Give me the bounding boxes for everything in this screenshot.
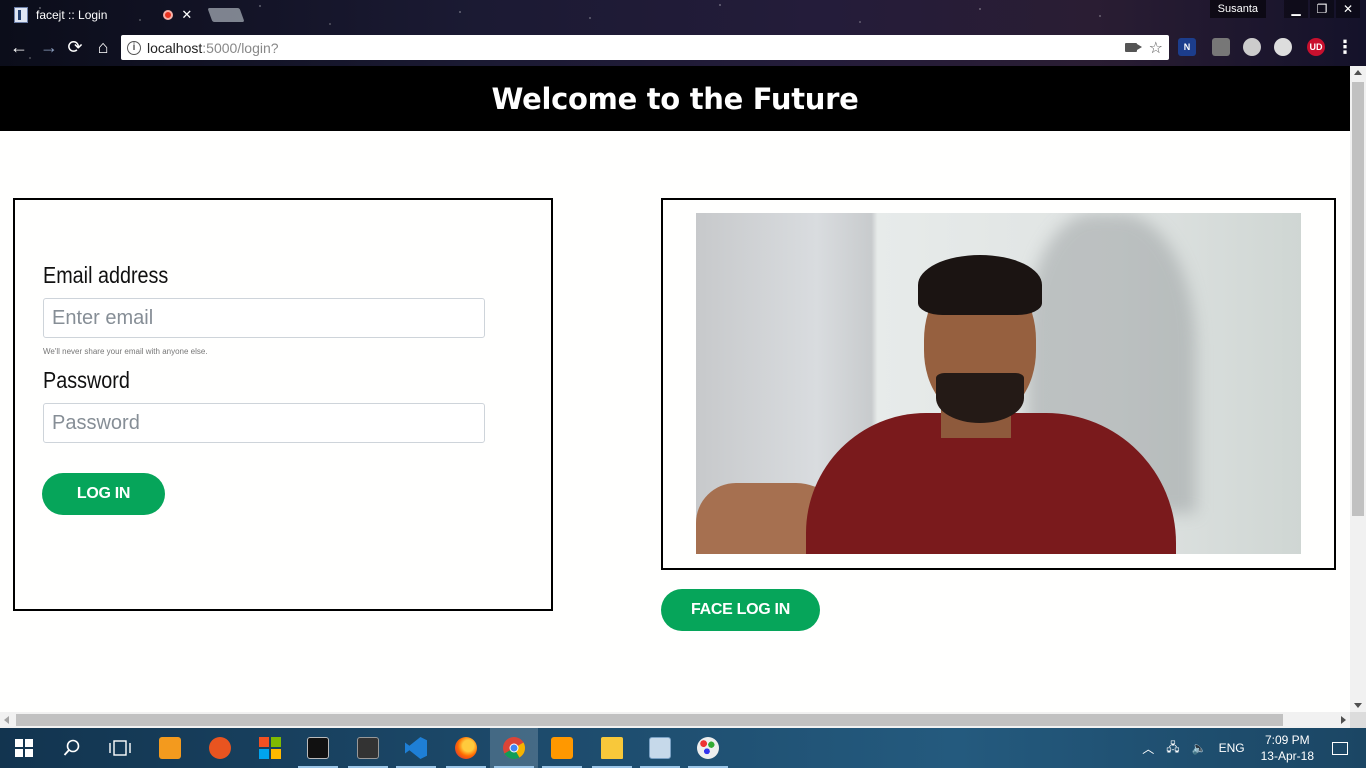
extension-mail-icon[interactable] [1212,38,1230,56]
new-tab-button[interactable] [207,8,245,22]
chrome-icon[interactable] [490,728,538,768]
address-bar[interactable]: i localhost:5000/login? ☆ [121,35,1169,60]
webcam-panel [661,198,1336,570]
action-center-icon[interactable] [1332,741,1348,755]
horizontal-scroll-thumb[interactable] [16,714,1283,726]
clock-date: 13-Apr-18 [1260,749,1314,763]
password-field[interactable] [43,403,485,443]
file-explorer-icon[interactable] [588,728,636,768]
photo-viewer-icon[interactable] [636,728,684,768]
search-icon[interactable] [48,728,96,768]
browser-chrome: facejt :: Login ✕ Susanta ▁ ❐ ✕ ← → ⟳ ⌂ … [0,0,1366,66]
back-arrow-icon[interactable]: ← [8,36,30,58]
task-view-icon[interactable] [96,728,144,768]
scroll-right-icon[interactable] [1341,716,1346,724]
command-prompt-icon[interactable] [294,728,342,768]
ubuntu-icon[interactable] [196,728,244,768]
recording-indicator-icon [163,10,174,20]
media-player-icon[interactable] [146,728,194,768]
sublime-text-icon[interactable] [538,728,586,768]
page-title: Welcome to the Future [491,81,859,116]
network-icon[interactable]: 🖧 [1160,738,1185,759]
tab-close-icon[interactable]: ✕ [181,7,192,23]
tab-title: facejt :: Login [36,8,108,22]
camera-in-use-icon[interactable] [1124,43,1142,52]
email-field[interactable] [43,298,485,338]
extension-n-icon[interactable]: N [1178,38,1196,56]
firefox-icon[interactable] [442,728,490,768]
url-path: :5000/login? [202,39,279,56]
minimize-icon[interactable]: ▁ [1284,0,1308,18]
volume-icon[interactable]: 🔈 [1186,741,1213,755]
show-hidden-icons-chevron-icon[interactable]: ︿ [1136,740,1160,757]
login-form: Email address We'll never share your ema… [13,198,553,611]
email-help-text: We'll never share your email with anyone… [43,347,208,356]
close-window-icon[interactable]: ✕ [1336,0,1360,18]
clock-time: 7:09 PM [1264,733,1310,747]
scroll-left-icon[interactable] [4,716,9,724]
home-icon[interactable]: ⌂ [92,36,114,58]
reload-icon[interactable]: ⟳ [64,36,86,58]
page-favicon-icon [14,7,28,23]
scroll-up-icon[interactable] [1354,70,1362,75]
paint-icon[interactable] [684,728,732,768]
windows-taskbar: ︿ 🖧 🔈 ENG 7:09 PM 13-Apr-18 [0,728,1366,768]
start-windows-icon[interactable] [0,728,48,768]
system-tray: ︿ 🖧 🔈 ENG 7:09 PM 13-Apr-18 [1136,728,1366,768]
url-host: localhost [147,39,203,56]
site-info-icon[interactable]: i [127,40,141,55]
window-controls: ▁ ❐ ✕ [1284,0,1360,18]
extension-globe-icon[interactable] [1243,38,1261,56]
language-indicator[interactable]: ENG [1213,741,1251,755]
bookmark-star-icon[interactable]: ☆ [1149,38,1163,58]
restore-icon[interactable]: ❐ [1310,0,1334,18]
webcam-video-feed [696,213,1301,554]
browser-tab[interactable]: facejt :: Login ✕ [14,3,192,27]
password-label: Password [43,367,130,393]
horizontal-scrollbar[interactable] [0,712,1350,728]
vscode-icon[interactable] [392,728,440,768]
vertical-scrollbar[interactable] [1350,66,1366,712]
vertical-scroll-thumb[interactable] [1352,82,1364,516]
scrollbar-corner [1350,712,1366,728]
page-viewport: Welcome to the Future Email address We'l… [0,66,1350,712]
profile-button[interactable]: Susanta [1209,0,1266,18]
clock[interactable]: 7:09 PM 13-Apr-18 [1251,732,1324,764]
email-label: Email address [43,262,169,288]
terminal-icon[interactable] [344,728,392,768]
login-button[interactable]: LOG IN [42,473,165,515]
face-login-button[interactable]: FACE LOG IN [661,589,820,631]
scroll-down-icon[interactable] [1354,703,1362,708]
page-banner: Welcome to the Future [0,66,1350,131]
extension-ublock-icon[interactable]: UD [1307,38,1325,56]
forward-arrow-icon: → [40,36,58,57]
ms-office-icon[interactable] [246,728,294,768]
extension-cloud-icon[interactable] [1274,38,1292,56]
browser-menu-icon[interactable]: ⋮ [1336,36,1354,58]
